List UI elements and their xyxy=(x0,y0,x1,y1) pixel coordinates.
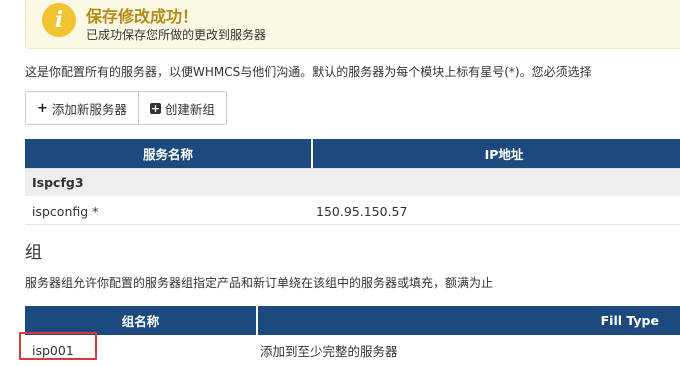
server-ip-cell: 150.95.150.57 xyxy=(313,196,680,225)
table-row[interactable]: isp001 添加到至少完整的服务器 xyxy=(25,335,680,364)
table-row[interactable]: ispconfig * 150.95.150.57 xyxy=(25,196,680,225)
info-icon: i xyxy=(42,3,76,37)
add-server-label: 添加新服务器 xyxy=(51,101,127,117)
server-group-name: Ispcfg3 xyxy=(25,168,680,196)
create-group-button[interactable]: + 创建新组 xyxy=(138,91,227,125)
plus-square-icon: + xyxy=(149,101,161,115)
success-alert: i 保存修改成功！ 已成功保存您所做的更改到服务器 xyxy=(25,0,680,49)
fill-type-cell: 添加到至少完整的服务器 xyxy=(260,344,398,359)
intro-text: 这是你配置所有的服务器，以便WHMCS与他们沟通。默认的服务器为每个模块上标有星… xyxy=(25,65,592,79)
column-header-server-name[interactable]: 服务名称 xyxy=(25,139,313,168)
servers-table: 服务名称 IP地址 Ispcfg3 ispconfig * 150.95.150… xyxy=(25,139,680,225)
groups-table: 组名称 Fill Type isp001 添加到至少完整的服务器 xyxy=(25,306,680,364)
plus-icon: + xyxy=(37,100,48,116)
alert-message: 已成功保存您所做的更改到服务器 xyxy=(86,28,267,42)
group-name-cell[interactable]: isp001 xyxy=(25,335,258,364)
server-name-cell[interactable]: ispconfig * xyxy=(25,196,313,225)
alert-title: 保存修改成功！ xyxy=(86,7,199,26)
toolbar: + 添加新服务器 + 创建新组 xyxy=(25,91,227,125)
groups-description: 服务器组允许你配置的服务器组指定产品和新订单绕在该组中的服务器或填充，额满为止 xyxy=(25,276,494,290)
add-server-button[interactable]: + 添加新服务器 xyxy=(25,91,139,125)
groups-heading: 组 xyxy=(25,243,42,263)
server-group-row: Ispcfg3 xyxy=(25,168,680,196)
create-group-label: 创建新组 xyxy=(164,101,215,117)
column-header-fill-type[interactable]: Fill Type xyxy=(258,306,680,335)
column-header-group-name[interactable]: 组名称 xyxy=(25,306,258,335)
column-header-ip[interactable]: IP地址 xyxy=(313,139,680,168)
